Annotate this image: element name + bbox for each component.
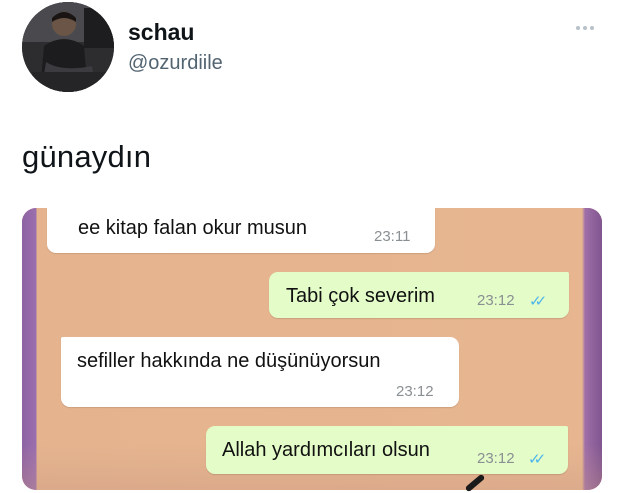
message-bubble-incoming: sefiller hakkında ne düşünüyorsun 23:12 (61, 337, 459, 407)
message-time: 23:12 (477, 450, 515, 467)
dot (583, 26, 587, 30)
tweet-text: günaydın (22, 139, 152, 174)
ellipsis-icon[interactable] (576, 22, 600, 34)
message-text: Allah yardımcıları olsun (222, 439, 430, 461)
display-name[interactable]: schau (128, 19, 194, 46)
message-time: 23:12 (477, 292, 515, 309)
message-time: 23:12 (396, 383, 434, 400)
read-receipt-icon: ✓✓ (529, 293, 547, 310)
message-text: ee kitap falan okur musun (78, 217, 308, 239)
message-text: Tabi çok severim (286, 285, 435, 307)
message-text: sefiller hakkında ne düşünüyorsun (77, 350, 381, 372)
dot (590, 26, 594, 30)
message-bubble-outgoing: Tabi çok severim 23:12 ✓✓ (269, 272, 569, 318)
dot (576, 26, 580, 30)
message-bubble-outgoing: Allah yardımcıları olsun 23:12 ✓✓ (206, 426, 568, 474)
avatar-photo (22, 2, 114, 92)
user-handle[interactable]: @ozurdiile (128, 52, 223, 75)
read-receipt-icon: ✓✓ (528, 451, 546, 468)
message-bubble-incoming: ee kitap falan okur musun 23:11 (47, 207, 435, 253)
message-time: 23:11 (374, 228, 411, 245)
avatar[interactable] (22, 2, 114, 92)
